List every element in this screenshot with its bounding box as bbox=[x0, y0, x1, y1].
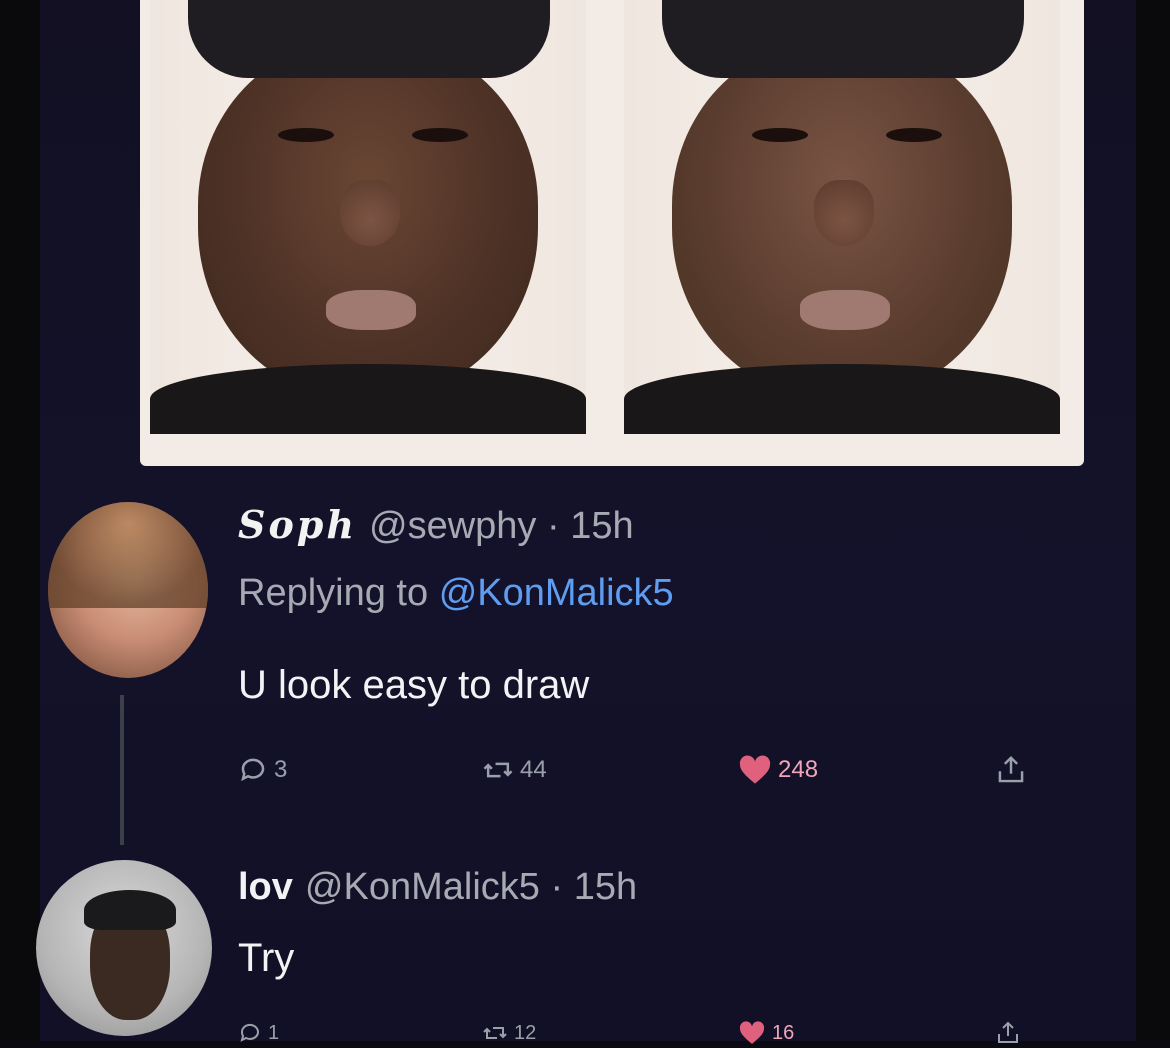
author-handle[interactable]: @sewphy bbox=[369, 505, 536, 547]
author-name[interactable]: Soph bbox=[238, 502, 357, 547]
retweet-count: 44 bbox=[520, 756, 547, 783]
reply-text: Try bbox=[238, 936, 295, 980]
heart-icon bbox=[739, 1021, 765, 1044]
avatar-hat bbox=[84, 890, 176, 930]
shoulders bbox=[150, 364, 586, 434]
reply-author-handle[interactable]: @KonMalick5 bbox=[305, 866, 540, 908]
cap bbox=[188, 0, 550, 78]
eye bbox=[886, 128, 942, 142]
separator-dot: · bbox=[550, 866, 564, 908]
left-edge bbox=[0, 0, 40, 1041]
reply-time[interactable]: 15h bbox=[574, 866, 637, 908]
retweet-button[interactable]: 44 bbox=[482, 748, 547, 792]
reply-retweet-button[interactable]: 12 bbox=[482, 1018, 536, 1048]
like-button[interactable]: 248 bbox=[738, 748, 818, 792]
replying-to-line: Replying to @KonMalick5 bbox=[238, 570, 674, 616]
nose bbox=[814, 180, 874, 246]
retweet-arrows-icon bbox=[483, 1027, 507, 1039]
eye bbox=[752, 128, 808, 142]
reply-count: 3 bbox=[274, 756, 288, 783]
comment-bubble-icon bbox=[240, 1023, 259, 1042]
tweet-time[interactable]: 15h bbox=[570, 505, 633, 547]
photo-left bbox=[150, 0, 586, 434]
tweet-header: Soph @sewphy · 15h bbox=[238, 502, 634, 549]
separator-dot: · bbox=[546, 505, 560, 547]
tweet-text: U look easy to draw bbox=[238, 663, 590, 707]
replying-to-handle[interactable]: @KonMalick5 bbox=[439, 572, 674, 614]
nose bbox=[340, 180, 400, 246]
share-upload-icon bbox=[998, 1021, 1018, 1043]
reply-reply-button[interactable]: 1 bbox=[238, 1018, 279, 1048]
reply-actions: 1 12 16 bbox=[238, 1018, 1058, 1048]
tweet-media-image[interactable] bbox=[140, 0, 1084, 466]
avatar-soph[interactable] bbox=[48, 502, 208, 678]
reply-like-button[interactable]: 16 bbox=[738, 1018, 794, 1048]
retweet-arrows-icon bbox=[483, 762, 513, 778]
avatar-lov[interactable] bbox=[36, 860, 212, 1036]
shoulders bbox=[624, 364, 1060, 434]
reply-retweet-count: 12 bbox=[514, 1021, 537, 1044]
reply-share-button[interactable] bbox=[996, 1018, 1020, 1048]
comment-bubble-icon bbox=[241, 758, 265, 782]
eye bbox=[412, 128, 468, 142]
reply-reply-count: 1 bbox=[268, 1021, 280, 1044]
lips bbox=[326, 290, 416, 330]
reply-author-name[interactable]: lov bbox=[238, 866, 293, 908]
tweet-screen: Soph @sewphy · 15h Replying to @KonMalick… bbox=[0, 0, 1170, 1044]
right-edge bbox=[1136, 0, 1170, 1041]
replying-prefix: Replying to bbox=[238, 572, 429, 614]
heart-icon bbox=[739, 755, 771, 784]
reply-button[interactable]: 3 bbox=[238, 748, 287, 792]
reply-header: lov @KonMalick5 · 15h bbox=[238, 864, 637, 910]
photo-right bbox=[624, 0, 1060, 434]
tweet-actions: 3 44 248 bbox=[238, 748, 1058, 792]
cap bbox=[662, 0, 1024, 78]
eye bbox=[278, 128, 334, 142]
share-upload-icon bbox=[998, 755, 1024, 783]
avatar-hair bbox=[48, 502, 208, 608]
like-count: 248 bbox=[778, 756, 819, 783]
reply-like-count: 16 bbox=[772, 1021, 795, 1044]
lips bbox=[800, 290, 890, 330]
thread-connector bbox=[120, 695, 124, 845]
share-button[interactable] bbox=[996, 748, 1026, 792]
